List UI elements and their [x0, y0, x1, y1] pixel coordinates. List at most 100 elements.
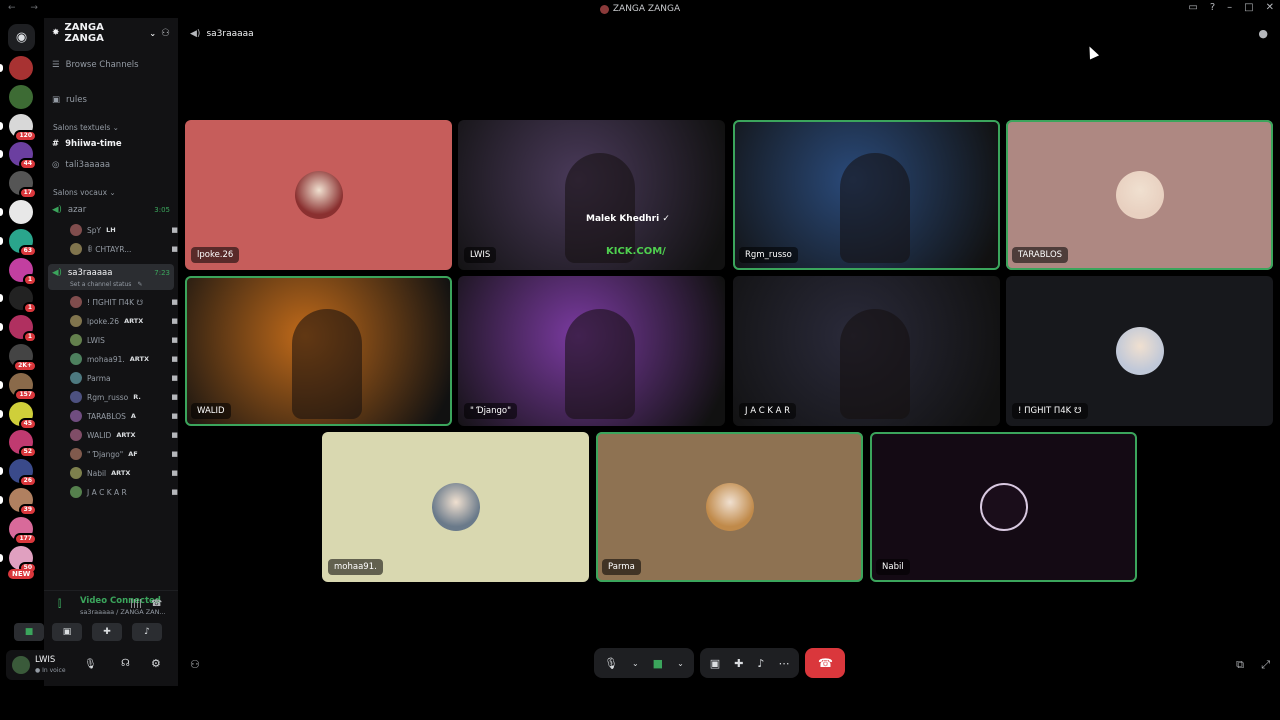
video-tile[interactable]: Parma: [596, 432, 863, 582]
browse-icon: ☰: [52, 60, 60, 70]
guild-icon[interactable]: [9, 84, 33, 109]
screen-share-icon[interactable]: ▣: [710, 657, 720, 670]
mic-icon[interactable]: 🎙: [84, 659, 97, 670]
guild-icon[interactable]: 63: [0, 228, 37, 257]
signal-icon[interactable]: ⫿: [58, 599, 61, 610]
video-tile[interactable]: Nabil: [870, 432, 1137, 582]
soundboard-button[interactable]: ♪: [132, 623, 162, 641]
voice-user[interactable]: LWIS ■: [70, 334, 178, 346]
guild-icon[interactable]: 39: [0, 488, 37, 516]
guild-icon[interactable]: [0, 200, 33, 224]
camera-icon[interactable]: ■: [653, 657, 663, 670]
disconnect-icon[interactable]: ☎: [151, 599, 162, 609]
server-header[interactable]: ✸ ZANGA ZANGA ⌄ ⚇: [44, 18, 178, 48]
guild-icon[interactable]: 52: [9, 430, 37, 459]
chat-icon[interactable]: ●: [1258, 27, 1268, 40]
voice-category[interactable]: Salons vocaux ⌄: [53, 188, 116, 197]
voice-user[interactable]: Rgm_russo R. ■: [70, 391, 178, 403]
video-tile[interactable]: TARABLOS: [1006, 120, 1273, 270]
activities-button[interactable]: ✚: [92, 623, 122, 641]
video-tile[interactable]: WALID: [185, 276, 452, 426]
headphones-icon[interactable]: ☊: [121, 658, 130, 669]
activities-icon[interactable]: ✚: [734, 657, 743, 670]
guild-icon[interactable]: [0, 56, 33, 80]
fullscreen-icon[interactable]: ⤢: [1261, 658, 1270, 672]
noise-suppression-icon[interactable]: ||||: [130, 599, 142, 609]
voice-user[interactable]: J A C K A R ■: [70, 486, 178, 498]
guild-icon[interactable]: 17: [9, 171, 37, 200]
invite-user-icon[interactable]: ⚇: [190, 658, 200, 671]
voice-user[interactable]: ! ΠGΗIT Π4K ☋ ■: [70, 296, 178, 308]
voice-channel-label: azar: [67, 205, 87, 215]
video-tile[interactable]: J A C K A R: [733, 276, 1000, 426]
voice-user[interactable]: TARABLOS A ■: [70, 410, 178, 422]
guild-icon[interactable]: 2K+: [9, 344, 37, 372]
server-name: ZANGA ZANGA: [64, 22, 104, 44]
window-title-text: ZANGA ZANGA: [612, 4, 681, 14]
popout-icon[interactable]: ⧉: [1236, 658, 1244, 672]
voice-user[interactable]: Parma ■: [70, 372, 178, 384]
channel-rules[interactable]: ▣ rules: [52, 95, 87, 105]
screen-share-button[interactable]: ▣: [52, 623, 82, 641]
close-icon[interactable]: ✕: [1266, 2, 1274, 13]
voice-category-label: Salons vocaux: [53, 188, 108, 197]
soundboard-icon[interactable]: ♪: [757, 657, 764, 670]
voice-user[interactable]: SpY LH ■: [70, 224, 178, 236]
mic-options-chevron-icon[interactable]: ⌄: [632, 659, 639, 668]
voice-channel-sa3raaaaa[interactable]: ◀) sa3raaaaa 7:23: [52, 268, 170, 278]
channel-status[interactable]: Set a channel status ✎: [70, 281, 142, 288]
guild-icon[interactable]: 1: [0, 286, 37, 315]
channel-9hiiwa[interactable]: #9hiiwa-time: [52, 139, 122, 149]
settings-gear-icon[interactable]: ⚙: [151, 657, 161, 670]
guild-icon[interactable]: 1: [9, 257, 37, 286]
help-icon[interactable]: ?: [1210, 2, 1215, 13]
video-tile[interactable]: Malek Khedhri ✓ KICK.COM/LWIS: [458, 120, 725, 270]
voice-user[interactable]: Nabil ARTX ■: [70, 467, 178, 479]
guild-icon[interactable]: 44: [0, 142, 37, 171]
camera-button[interactable]: ■: [14, 623, 44, 641]
voice-user[interactable]: lpoke.26 ARTX ■: [70, 315, 178, 327]
voice-user-name: " Ɗjango": [87, 449, 124, 459]
channel-tali3aaaaa[interactable]: ◎ tali3aaaaa: [52, 160, 110, 170]
discord-home-icon[interactable]: ◉: [8, 24, 35, 51]
guild-icon[interactable]: 45: [0, 401, 37, 430]
browse-channels[interactable]: ☰ Browse Channels: [52, 60, 139, 70]
disconnect-button[interactable]: ☎: [805, 648, 846, 678]
more-options-icon[interactable]: ⋯: [778, 657, 789, 670]
video-tile[interactable]: Rgm_russo: [733, 120, 1000, 270]
text-category[interactable]: Salons textuels ⌄: [53, 123, 119, 132]
guild-icon[interactable]: 120: [0, 113, 37, 142]
video-tile[interactable]: lpoke.26: [185, 120, 452, 270]
unread-pip: [0, 467, 3, 476]
guild-icon[interactable]: 177: [9, 516, 37, 545]
mention-badge: 1: [22, 331, 37, 344]
voice-user[interactable]: mohaa91. ARTX ■: [70, 353, 178, 365]
unread-pip: [0, 553, 3, 562]
participant-name: J A C K A R: [739, 403, 797, 419]
voice-user[interactable]: ꂦ CHTAYR... ■: [70, 243, 178, 255]
video-tile[interactable]: mohaa91.: [322, 432, 589, 582]
maximize-icon[interactable]: □: [1244, 2, 1253, 13]
minimize-icon[interactable]: –: [1227, 2, 1232, 13]
voice-user[interactable]: WALID ARTX ■: [70, 429, 178, 441]
video-tile[interactable]: " Ɗjango": [458, 276, 725, 426]
invite-icon[interactable]: ⚇: [161, 28, 170, 39]
voice-sub: sa3raaaaa / ZANGA ZAN...: [80, 608, 166, 616]
speaker-icon: ◀): [52, 268, 62, 278]
guild-icon[interactable]: 50: [0, 545, 37, 574]
voice-channel-azar[interactable]: ◀) azar 3:05: [52, 205, 170, 215]
inbox-icon[interactable]: ▭: [1188, 2, 1197, 13]
user-tag: ARTX: [124, 317, 144, 325]
voice-user[interactable]: " Ɗjango" AF ■: [70, 448, 178, 460]
microphone-icon[interactable]: 🎙: [604, 657, 618, 670]
guild-icon[interactable]: 26: [0, 459, 37, 488]
voice-user-name: lpoke.26: [87, 316, 120, 326]
nav-arrows[interactable]: ← →: [8, 3, 44, 13]
guild-icon[interactable]: 1: [0, 315, 37, 344]
user-avatar: [70, 429, 82, 441]
video-tile[interactable]: ! ΠGΗIT Π4K ☋: [1006, 276, 1273, 426]
camera-icon: ■: [171, 412, 178, 420]
guild-icon[interactable]: 157: [0, 372, 37, 401]
camera-options-chevron-icon[interactable]: ⌄: [677, 659, 684, 668]
user-avatar[interactable]: [12, 656, 30, 674]
